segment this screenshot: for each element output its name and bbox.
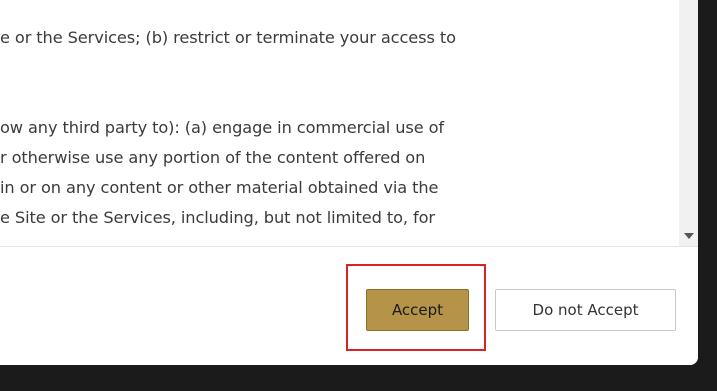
- terms-line: in or on any content or other material o…: [0, 178, 439, 197]
- accept-button[interactable]: Accept: [366, 289, 469, 331]
- terms-scroll-area[interactable]: e or the Services; (b) restrict or termi…: [0, 0, 679, 246]
- terms-line: e or the Services; (b) restrict or termi…: [0, 28, 456, 47]
- triangle-down-icon: [683, 233, 694, 239]
- terms-line: e Site or the Services, including, but n…: [0, 208, 435, 227]
- terms-line: ow any third party to): (a) engage in co…: [0, 118, 445, 137]
- scrollbar-thumb[interactable]: [683, 0, 694, 212]
- screen: e or the Services; (b) restrict or termi…: [0, 0, 717, 391]
- vertical-scrollbar[interactable]: [679, 0, 698, 246]
- scroll-down-button[interactable]: [679, 229, 698, 243]
- do-not-accept-button[interactable]: Do not Accept: [495, 289, 676, 331]
- terms-line: r otherwise use any portion of the conte…: [0, 148, 426, 167]
- terms-dialog: e or the Services; (b) restrict or termi…: [0, 0, 698, 365]
